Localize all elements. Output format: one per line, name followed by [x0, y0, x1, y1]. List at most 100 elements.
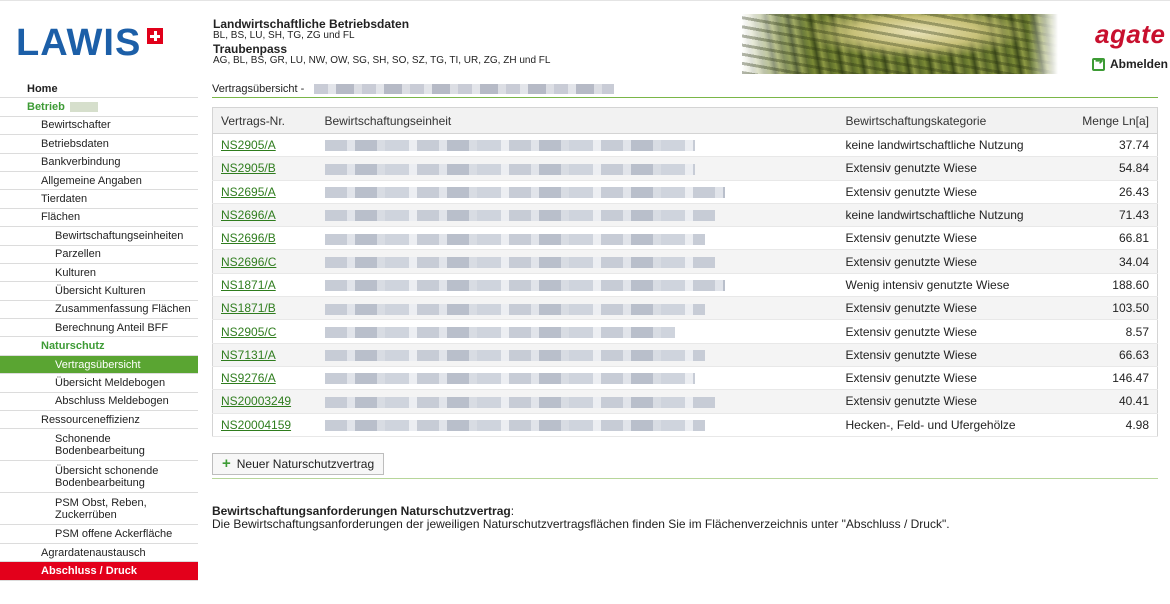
- new-contract-button[interactable]: + Neuer Naturschutzvertrag: [212, 453, 385, 475]
- cell-kategorie: Extensiv genutzte Wiese: [837, 389, 1068, 414]
- requirements-section: Bewirtschaftungsanforderungen Naturschut…: [212, 505, 950, 531]
- contract-link[interactable]: NS20003249: [221, 394, 291, 408]
- section-divider: [212, 478, 1158, 479]
- sidebar-item-zusammenfassung-flaechen[interactable]: Zusammenfassung Flächen: [0, 301, 198, 320]
- sidebar-item-parzellen[interactable]: Parzellen: [0, 246, 198, 264]
- sidebar-item-label: Berechnung Anteil BFF: [55, 321, 169, 334]
- agate-logo[interactable]: agate: [1095, 21, 1165, 47]
- redacted-farm-name: [314, 83, 615, 94]
- sidebar-item-uebersicht-schonende[interactable]: Übersicht schonende Bodenbearbeitung: [0, 461, 198, 494]
- sidebar-item-agrardatenaustausch[interactable]: Agrardatenaustausch: [0, 544, 198, 563]
- column-header-bewirtschaftungskategorie[interactable]: Bewirtschaftungskategorie: [837, 107, 1068, 134]
- sidebar-item-betriebsdaten[interactable]: Betriebsdaten: [0, 135, 198, 154]
- sidebar-item-label: PSM Obst, Reben, Zuckerrüben: [55, 496, 147, 521]
- sidebar-item-uebersicht-kulturen[interactable]: Übersicht Kulturen: [0, 282, 198, 301]
- redacted-unit-name: [324, 233, 705, 245]
- cell-vertrags-nr: NS2905/C: [212, 319, 317, 344]
- redacted-unit-name: [324, 256, 715, 268]
- header-subtitle: BL, BS, LU, SH, TG, ZG und FL: [213, 30, 355, 41]
- sidebar-item-ressourceneffizienz[interactable]: Ressourceneffizienz: [0, 411, 198, 430]
- cell-bewirtschaftungseinheit: [316, 389, 838, 414]
- table-row: NS2905/B Extensiv genutzte Wiese 54.84: [212, 156, 1158, 181]
- contract-link[interactable]: NS1871/B: [221, 301, 276, 315]
- table-row: NS1871/A Wenig intensiv genutzte Wiese 188…: [212, 273, 1158, 298]
- redacted-unit-name: [324, 210, 715, 222]
- contract-link[interactable]: NS1871/A: [221, 278, 276, 292]
- header-subtitle-traubenpass: AG, BL, BS, GR, LU, NW, OW, SG, SH, SO, …: [213, 55, 551, 66]
- logout-button[interactable]: Abmelden: [1092, 56, 1168, 71]
- sidebar-item-kulturen[interactable]: Kulturen: [0, 264, 198, 283]
- table-header-row: Vertrags-Nr. Bewirtschaftungseinheit Bew…: [212, 107, 1158, 134]
- contract-link[interactable]: NS20004159: [221, 418, 291, 432]
- contract-link[interactable]: NS7131/A: [221, 348, 276, 362]
- table-row: NS2696/A keine landwirtschaftliche Nutzun…: [212, 203, 1158, 228]
- sidebar-item-label: Übersicht schonende Bodenbearbeitung: [55, 464, 159, 489]
- table-row: NS2905/C Extensiv genutzte Wiese 8.57: [212, 319, 1158, 344]
- cell-vertrags-nr: NS1871/A: [212, 273, 317, 298]
- cell-menge: 54.84: [1067, 156, 1158, 181]
- sidebar-item-vertragsuebersicht[interactable]: Vertragsübersicht: [0, 355, 198, 375]
- redacted-unit-name: [324, 420, 705, 432]
- sidebar-item-psm-offene[interactable]: PSM offene Ackerfläche: [0, 525, 198, 544]
- column-header-vertrags-nr[interactable]: Vertrags-Nr.: [212, 107, 317, 134]
- cell-kategorie: Extensiv genutzte Wiese: [837, 296, 1068, 321]
- cell-bewirtschaftungseinheit: [316, 226, 838, 251]
- contract-link[interactable]: NS2696/A: [221, 208, 276, 222]
- sidebar-item-flaechen[interactable]: Flächen: [0, 209, 198, 228]
- redacted-unit-name: [324, 187, 725, 199]
- contract-link[interactable]: NS2905/A: [221, 138, 276, 152]
- sidebar-item-allgemeine-angaben[interactable]: Allgemeine Angaben: [0, 172, 198, 191]
- sidebar-item-label: Übersicht Meldebogen: [55, 376, 166, 389]
- vineyard-banner-image: [742, 14, 1058, 74]
- table-row: NS2696/B Extensiv genutzte Wiese 66.81: [212, 226, 1158, 251]
- sidebar-item-label: Naturschutz: [41, 340, 105, 353]
- cell-kategorie: Extensiv genutzte Wiese: [837, 366, 1068, 391]
- header-info: Landwirtschaftliche Betriebsdaten BL, BS…: [213, 17, 551, 66]
- sidebar-item-berechnung-bff[interactable]: Berechnung Anteil BFF: [0, 319, 198, 338]
- cell-bewirtschaftungseinheit: [316, 273, 838, 298]
- cell-kategorie: Extensiv genutzte Wiese: [837, 343, 1068, 367]
- contract-link[interactable]: NS2905/C: [221, 325, 276, 339]
- lawis-logo[interactable]: LAWIS: [16, 23, 164, 63]
- redacted-unit-name: [324, 303, 705, 315]
- contract-link[interactable]: NS2696/C: [221, 255, 276, 269]
- swiss-flag-icon: [147, 28, 164, 44]
- sidebar-item-label: Kulturen: [55, 266, 96, 279]
- redacted-farm-id: [69, 102, 98, 113]
- sidebar-item-abschluss-meldebogen[interactable]: Abschluss Meldebogen: [0, 393, 198, 412]
- cell-kategorie: Extensiv genutzte Wiese: [837, 319, 1068, 344]
- contract-link[interactable]: NS2695/A: [221, 185, 276, 199]
- cell-menge: 71.43: [1067, 203, 1158, 228]
- column-header-menge[interactable]: Menge Ln[a]: [1067, 107, 1158, 134]
- contract-link[interactable]: NS2696/B: [221, 231, 276, 245]
- sidebar-item-label: Zusammenfassung Flächen: [55, 303, 191, 316]
- sidebar-item-bewirtschaftungseinheiten[interactable]: Bewirtschaftungseinheiten: [0, 227, 198, 246]
- cell-bewirtschaftungseinheit: [316, 343, 838, 367]
- sidebar-item-bankverbindung[interactable]: Bankverbindung: [0, 154, 198, 172]
- header-title: Landwirtschaftliche Betriebsdaten: [213, 17, 410, 31]
- cell-menge: 40.41: [1067, 389, 1158, 414]
- sidebar-item-psm-obst[interactable]: PSM Obst, Reben, Zuckerrüben: [0, 493, 198, 526]
- requirements-colon: :: [510, 504, 515, 518]
- sidebar-item-tierdaten[interactable]: Tierdaten: [0, 190, 198, 209]
- sidebar-item-naturschutz[interactable]: Naturschutz: [0, 337, 198, 356]
- sidebar-item-uebersicht-meldebogen[interactable]: Übersicht Meldebogen: [0, 374, 198, 393]
- table-row: NS9276/A Extensiv genutzte Wiese 146.47: [212, 366, 1158, 391]
- cell-menge: 37.74: [1067, 133, 1158, 158]
- sidebar-item-label: Ressourceneffizienz: [41, 413, 140, 426]
- column-header-bewirtschaftungseinheit[interactable]: Bewirtschaftungseinheit: [316, 107, 838, 134]
- page-header: LAWIS Landwirtschaftliche Betriebsdaten …: [0, 0, 1170, 80]
- cell-kategorie: keine landwirtschaftliche Nutzung: [837, 133, 1068, 158]
- sidebar-nav: Home Betrieb Bewirtschafter Betriebsdate…: [0, 80, 198, 581]
- cell-vertrags-nr: NS2696/B: [212, 226, 317, 251]
- cell-vertrags-nr: NS2696/A: [212, 203, 317, 228]
- sidebar-item-betrieb[interactable]: Betrieb: [0, 98, 198, 117]
- sidebar-item-abschluss-druck[interactable]: Abschluss / Druck: [0, 562, 198, 581]
- cell-vertrags-nr: NS2696/C: [212, 249, 317, 274]
- sidebar-item-schonende-bodenbearbeitung[interactable]: Schonende Bodenbearbeitung: [0, 429, 198, 462]
- cell-menge: 26.43: [1067, 180, 1158, 204]
- sidebar-item-home[interactable]: Home: [0, 80, 198, 99]
- contract-link[interactable]: NS2905/B: [221, 161, 276, 175]
- sidebar-item-bewirtschafter[interactable]: Bewirtschafter: [0, 117, 198, 136]
- contract-link[interactable]: NS9276/A: [221, 371, 276, 385]
